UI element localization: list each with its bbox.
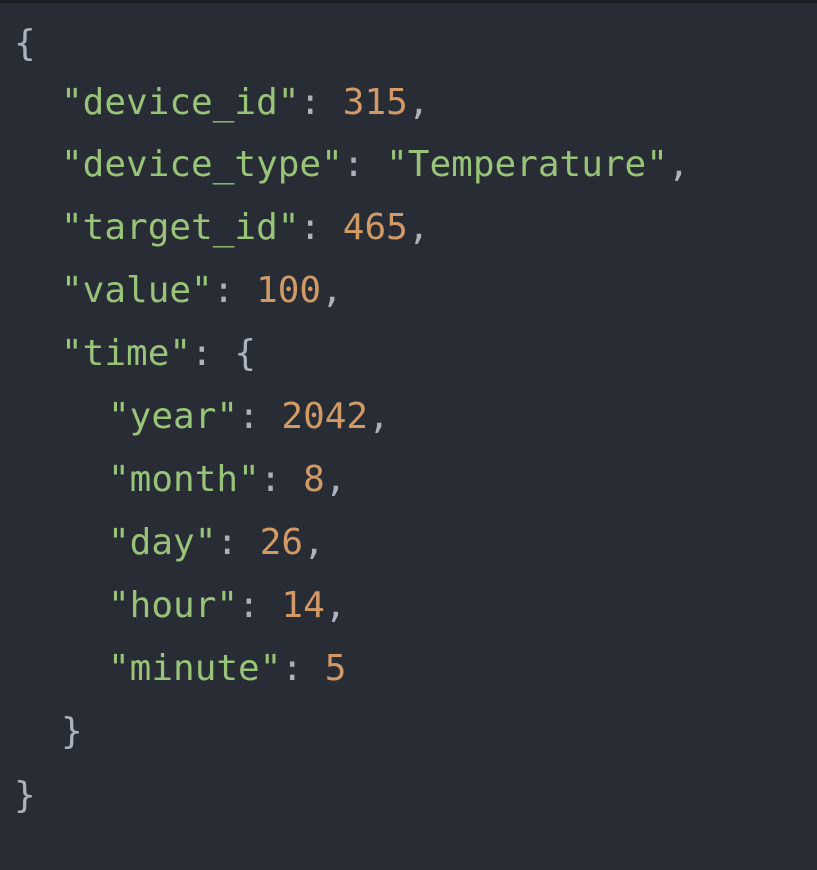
json-value-hour: 14	[281, 585, 325, 626]
json-key-device-type: "device_type"	[61, 144, 343, 185]
json-key-value: "value"	[61, 270, 213, 311]
json-key-year: "year"	[108, 396, 239, 437]
code-line-6: "time": {	[14, 323, 256, 385]
json-key-month: "month"	[108, 459, 260, 500]
code-line-4: "target_id": 465,	[14, 197, 430, 259]
json-value-target-id: 465	[342, 207, 408, 248]
colon: :	[191, 333, 235, 374]
comma: ,	[324, 459, 347, 500]
json-key-target-id: "target_id"	[61, 207, 300, 248]
code-line-5: "value": 100,	[14, 260, 343, 322]
json-key-hour: "hour"	[108, 585, 239, 626]
colon: :	[216, 522, 260, 563]
json-value-month: 8	[303, 459, 325, 500]
comma: ,	[324, 585, 347, 626]
comma: ,	[667, 144, 690, 185]
code-line-7: "year": 2042,	[14, 386, 390, 448]
json-key-time: "time"	[61, 333, 192, 374]
time-open-brace: {	[234, 333, 257, 374]
code-line-10: "hour": 14,	[14, 575, 346, 637]
time-close-brace: }	[61, 711, 83, 752]
comma: ,	[407, 207, 430, 248]
json-value-device-id: 315	[342, 82, 408, 123]
json-key-device-id: "device_id"	[61, 82, 300, 123]
colon: :	[238, 585, 282, 626]
colon: :	[212, 270, 257, 311]
json-key-day: "day"	[108, 522, 217, 563]
code-line-8: "month": 8,	[14, 449, 346, 511]
root-open-brace: {	[14, 23, 36, 64]
comma: ,	[303, 522, 325, 563]
code-viewer: { "device_id": 315, "device_type": "Temp…	[0, 0, 817, 870]
code-line-2: "device_id": 315,	[14, 72, 430, 134]
colon: :	[299, 82, 343, 123]
code-line-13: }	[14, 765, 36, 827]
json-key-minute: "minute"	[108, 648, 282, 689]
code-line-9: "day": 26,	[14, 512, 325, 574]
colon: :	[259, 459, 304, 500]
code-line-3: "device_type": "Temperature",	[14, 134, 690, 196]
colon: :	[342, 144, 387, 185]
root-close-brace: }	[14, 775, 36, 816]
json-value-day: 26	[259, 522, 304, 563]
colon: :	[299, 207, 343, 248]
code-line-11: "minute": 5	[14, 638, 346, 700]
json-value-minute: 5	[324, 648, 347, 689]
json-value-device-type: "Temperature"	[386, 144, 668, 185]
code-line-1: {	[14, 13, 36, 75]
json-value-year: 2042	[281, 396, 369, 437]
colon: :	[281, 648, 325, 689]
comma: ,	[407, 82, 430, 123]
code-line-12: }	[14, 701, 83, 763]
colon: :	[238, 396, 282, 437]
comma: ,	[321, 270, 343, 311]
json-value-value: 100	[256, 270, 322, 311]
comma: ,	[368, 396, 390, 437]
